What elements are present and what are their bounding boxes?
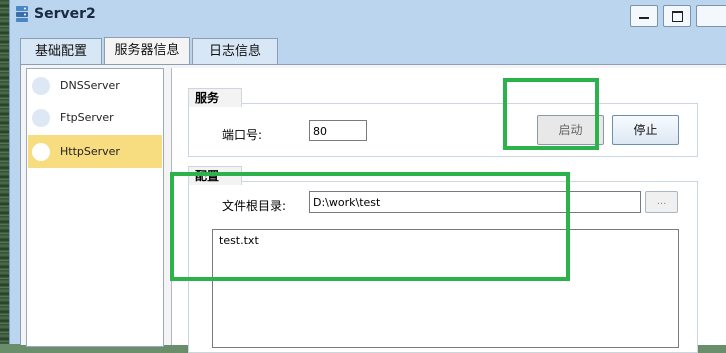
server-status-icon bbox=[32, 77, 50, 95]
title-bar[interactable]: Server2 bbox=[10, 0, 726, 30]
port-input[interactable]: 80 bbox=[309, 120, 367, 141]
server-list: DNSServer FtpServer HttpServer bbox=[26, 68, 164, 347]
maximize-button[interactable] bbox=[663, 5, 691, 27]
highlight-box-root-directory bbox=[170, 172, 570, 281]
window-title: Server2 bbox=[34, 6, 96, 22]
sidebar-item-dnsserver[interactable]: DNSServer bbox=[28, 69, 162, 102]
app-icon bbox=[16, 6, 28, 22]
server-status-icon bbox=[32, 143, 50, 161]
tab-log-info[interactable]: 日志信息 bbox=[192, 38, 278, 64]
maximize-icon bbox=[672, 11, 683, 22]
sidebar-item-label: FtpServer bbox=[60, 111, 114, 124]
sidebar-item-label: DNSServer bbox=[60, 79, 120, 92]
service-group-title: 服务 bbox=[188, 88, 242, 107]
sidebar-item-label: HttpServer bbox=[60, 145, 120, 158]
browse-button[interactable]: ... bbox=[645, 191, 678, 213]
close-button[interactable] bbox=[696, 5, 726, 27]
highlight-box-start-button bbox=[503, 78, 599, 150]
stop-button[interactable]: 停止 bbox=[612, 115, 679, 145]
sidebar-item-httpserver[interactable]: HttpServer bbox=[28, 135, 162, 168]
minimize-button[interactable] bbox=[630, 5, 658, 27]
server-status-icon bbox=[32, 109, 50, 127]
sidebar-item-ftpserver[interactable]: FtpServer bbox=[28, 101, 162, 134]
tab-basic-config[interactable]: 基础配置 bbox=[20, 38, 102, 64]
port-label: 端口号: bbox=[222, 128, 263, 142]
minimize-icon bbox=[639, 17, 649, 19]
tab-server-info[interactable]: 服务器信息 bbox=[104, 37, 190, 65]
